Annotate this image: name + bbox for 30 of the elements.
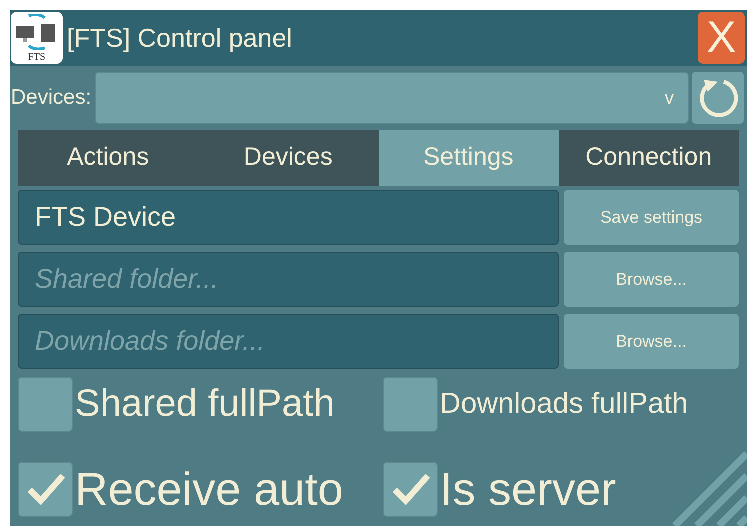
text-field[interactable]: Downloads folder... [18, 314, 559, 369]
action-button[interactable]: Browse... [564, 314, 739, 369]
checkbox-label: Shared fullPath [75, 385, 335, 423]
field-placeholder: Shared folder... [35, 263, 219, 296]
checkbox[interactable] [18, 376, 73, 432]
chevron-icon: v [665, 84, 674, 112]
checkbox[interactable] [383, 462, 438, 516]
checkbox-label: Downloads fullPath [440, 390, 688, 418]
action-button[interactable]: Save settings [564, 190, 739, 245]
checkmark-icon [26, 472, 66, 506]
checkbox-label: Receive auto [75, 466, 344, 512]
checkbox-label: Is server [440, 466, 616, 512]
checkbox[interactable] [18, 462, 73, 516]
tab[interactable]: Actions [18, 130, 198, 186]
action-button[interactable]: Browse... [564, 252, 739, 307]
text-field[interactable]: FTS Device [18, 190, 559, 245]
tab[interactable]: Devices [198, 130, 378, 186]
window-title: [FTS] Control panel [67, 22, 294, 54]
tab[interactable]: Connection [558, 130, 739, 186]
logo-text: FTS [28, 52, 46, 63]
text-field[interactable]: Shared folder... [18, 252, 559, 307]
checkmark-icon [390, 472, 430, 506]
field-value: FTS Device [35, 201, 176, 234]
checkbox[interactable] [383, 376, 438, 432]
tab[interactable]: Settings [378, 130, 559, 186]
devices-label: Devices: [11, 85, 92, 112]
field-placeholder: Downloads folder... [35, 325, 266, 358]
close-button[interactable]: X [698, 12, 745, 64]
refresh-button[interactable] [692, 72, 744, 124]
devices-dropdown[interactable]: v [94, 72, 689, 124]
